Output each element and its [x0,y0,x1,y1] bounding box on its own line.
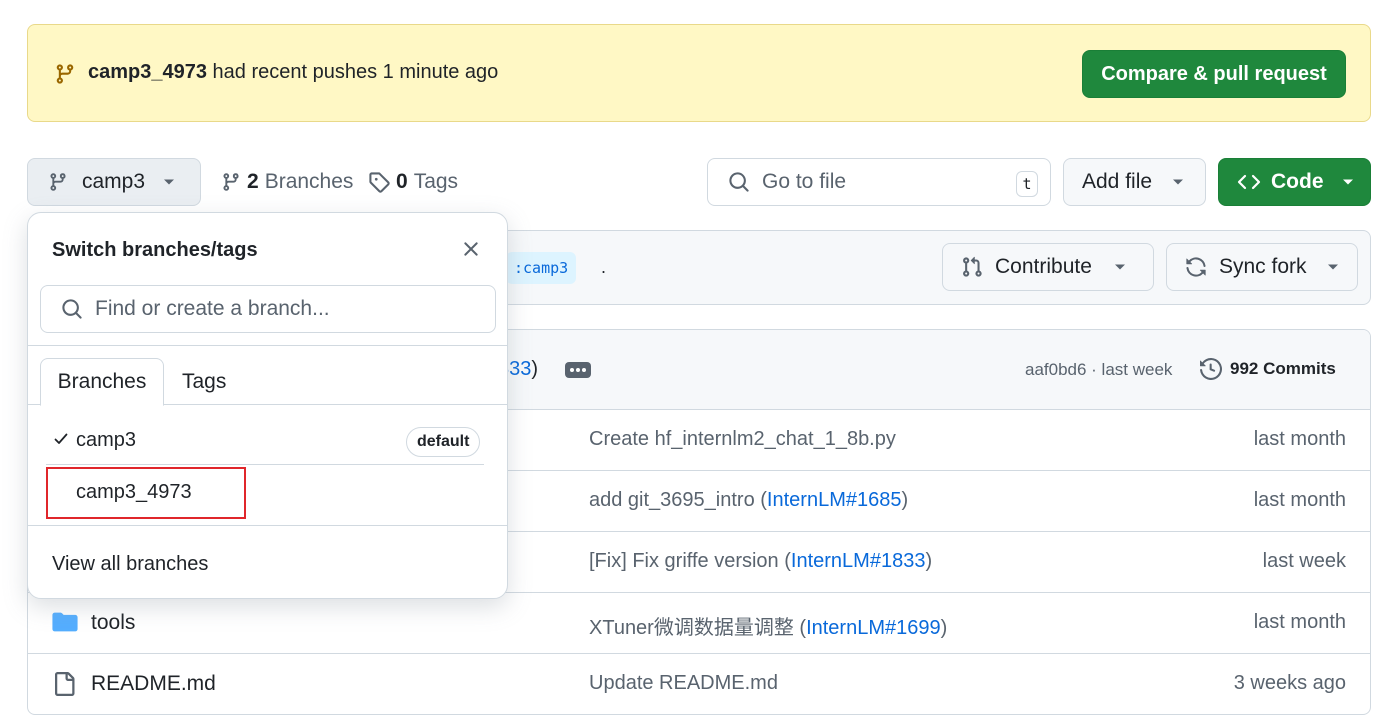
close-icon[interactable] [462,240,480,258]
tag-icon [368,171,390,193]
file-row[interactable]: README.md Update README.md 3 weeks ago [28,654,1370,714]
sync-fork-button[interactable]: Sync fork [1166,243,1358,291]
chevron-down-icon [1342,178,1354,186]
commit-time: last month [1253,611,1346,633]
contribute-button[interactable]: Contribute [942,243,1154,291]
commit-time: last month [1253,428,1346,450]
recent-push-message: camp3_4973 had recent pushes 1 minute ag… [88,61,498,84]
tags-link[interactable]: 0 Tags [368,170,458,194]
branch-search-input[interactable]: Find or create a branch... [40,285,496,333]
code-icon [1237,172,1261,192]
commit-message[interactable]: [Fix] Fix griffe version (InternLM#1833) [589,550,932,573]
add-file-label: Add file [1082,170,1153,193]
file-name[interactable]: README.md [91,672,216,696]
commit-message[interactable]: Create hf_internlm2_chat_1_8b.py [589,428,896,451]
go-to-file-placeholder: Go to file [762,170,847,193]
file-icon [52,672,76,696]
file-row[interactable]: tools XTuner微调数据量调整 (InternLM#1699) last… [28,593,1370,654]
commit-time: last week [1262,550,1346,572]
add-file-button[interactable]: Add file [1063,158,1206,206]
go-to-file-input[interactable]: Go to file t [707,158,1051,206]
push-time-text: had recent pushes 1 minute ago [212,61,499,83]
search-icon [61,298,83,320]
git-pull-request-icon [961,256,983,278]
contribute-label: Contribute [995,255,1092,278]
file-name[interactable]: tools [91,611,135,635]
pr-link[interactable]: InternLM#1699 [806,617,941,639]
default-badge: default [406,427,481,457]
commit-message[interactable]: XTuner微调数据量调整 (InternLM#1699) [589,611,947,640]
tags-label: Tags [413,170,459,193]
git-branch-icon [48,172,68,192]
commits-link[interactable]: 992 Commits [1200,358,1336,380]
search-icon [728,171,750,193]
annotation-highlight-box [46,467,246,519]
fork-status-trailing: . [601,257,607,277]
branches-label: Branches [264,170,354,193]
latest-commit-sha[interactable]: aaf0bd6 · last week [1025,360,1172,380]
branches-count: 2 [247,170,259,193]
chevron-down-icon [1172,178,1184,186]
tab-branches[interactable]: Branches [40,358,164,406]
recent-push-banner: camp3_4973 had recent pushes 1 minute ag… [27,24,1371,122]
code-label: Code [1271,170,1324,193]
sync-fork-label: Sync fork [1219,255,1307,278]
tags-count: 0 [396,170,408,193]
divider [28,345,507,346]
current-branch-label: camp3 [82,170,146,193]
branch-search-placeholder: Find or create a branch... [95,297,330,320]
pushed-branch-name[interactable]: camp3_4973 [88,61,207,83]
git-branch-icon [54,63,76,85]
branch-name: camp3 [76,429,137,451]
history-icon [1200,358,1222,380]
latest-commit-paren: ) [531,358,539,380]
expand-commit-message-button[interactable] [565,362,591,378]
branches-link[interactable]: 2 Branches [221,170,353,194]
dropdown-title: Switch branches/tags [52,239,258,261]
pr-link[interactable]: InternLM#1833 [791,550,926,572]
commit-time: last month [1253,489,1346,511]
branch-tag-tabs: Branches Tags [28,358,507,406]
commit-message[interactable]: add git_3695_intro (InternLM#1685) [589,489,908,512]
switch-branches-dropdown: Switch branches/tags Find or create a br… [27,212,508,599]
pr-link[interactable]: InternLM#1685 [767,489,902,511]
check-icon [54,433,68,445]
commit-time: 3 weeks ago [1233,672,1346,694]
chevron-down-icon [1327,263,1339,271]
compare-pull-request-button[interactable]: Compare & pull request [1082,50,1346,98]
tab-tags[interactable]: Tags [182,358,226,405]
divider [46,464,484,465]
view-all-branches-link[interactable]: View all branches [52,553,208,576]
chevron-down-icon [1114,263,1126,271]
git-branch-icon [221,172,241,192]
chevron-down-icon [163,178,175,186]
code-button[interactable]: Code [1218,158,1371,206]
commit-message[interactable]: Update README.md [589,672,778,695]
commits-count: 992 Commits [1230,359,1336,378]
branch-item-camp3[interactable]: camp3 default [28,415,507,465]
divider [28,525,507,526]
upstream-branch-pill[interactable]: :camp3 [506,252,577,284]
keyboard-shortcut-hint: t [1016,171,1038,197]
folder-icon [52,611,78,633]
sync-icon [1185,256,1207,278]
branch-selector-button[interactable]: camp3 [27,158,201,206]
